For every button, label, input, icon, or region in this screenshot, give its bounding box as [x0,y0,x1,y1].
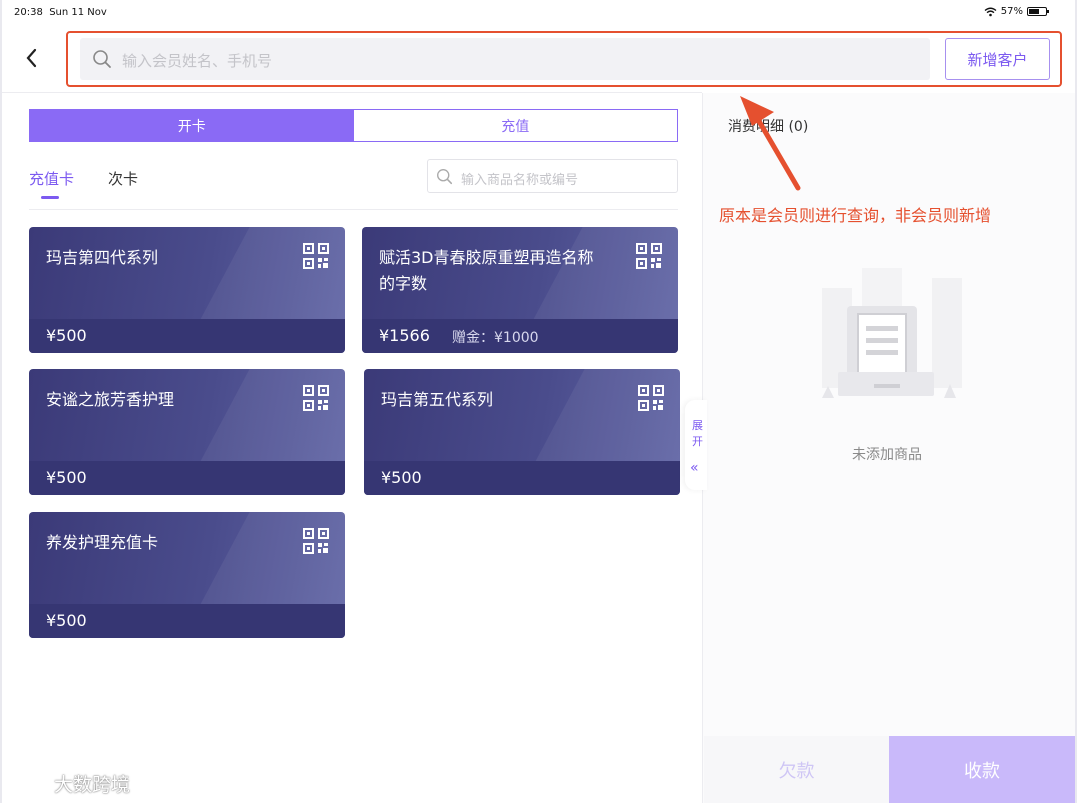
card-footer: ¥500 [29,461,345,495]
product-card[interactable]: 养发护理充值卡 ¥500 [29,512,345,638]
battery-percent: 57% [1000,6,1023,17]
card-name: 安谧之旅芳香护理 [46,390,175,409]
card-price: ¥500 [46,326,87,345]
status-bar: 20:38 Sun 11 Nov 57% [2,0,1075,24]
watermark-text: 大数跨境 [54,774,131,796]
member-search-input[interactable]: 输入会员姓名、手机号 [80,38,930,80]
tab-stored-value-card[interactable]: 充值卡 [29,168,74,199]
qr-code-icon [303,528,329,554]
card-footer: ¥500 [29,604,345,638]
double-chevron-left-icon: « [690,460,699,476]
annotation-note: 原本是会员则进行查询，非会员则新增 [719,206,992,225]
qr-code-icon [638,385,664,411]
qr-code-icon [303,243,329,269]
tab-open-card[interactable]: 开卡 [30,110,354,141]
date-text: Sun 11 Nov [49,7,107,18]
empty-goods-text: 未添加商品 [852,447,922,463]
collect-payment-button[interactable]: 收款 [889,736,1075,803]
card-name: 养发护理充值卡 [46,533,159,552]
debt-button[interactable]: 欠款 [704,736,889,803]
member-search-placeholder: 输入会员姓名、手机号 [122,52,273,70]
expand-label: 展开 [692,419,703,448]
empty-goods-illustration [822,268,962,398]
header-divider [2,92,702,93]
card-footer: ¥500 [364,461,680,495]
card-name: 赋活3D青春胶原重塑再造名称的字数 [379,248,594,293]
product-card[interactable]: 玛吉第四代系列 ¥500 [29,227,345,353]
goods-search-input[interactable]: 输入商品名称或编号 [427,159,678,193]
product-card[interactable]: 赋活3D青春胶原重塑再造名称的字数 ¥1566 赠金：¥1000 [362,227,678,353]
app-frame: 20:38 Sun 11 Nov 57% 输入会员姓名、手机号 新增客户 开卡 … [0,0,1077,803]
card-name: 玛吉第五代系列 [381,390,494,409]
card-footer: ¥1566 赠金：¥1000 [362,319,678,353]
watermark-logo-icon [12,774,47,791]
card-price: ¥500 [46,468,87,487]
battery-icon [1027,7,1049,16]
tabs-divider [29,209,678,210]
goods-search-placeholder: 输入商品名称或编号 [461,173,579,188]
qr-code-icon [636,243,662,269]
mode-segmented-control: 开卡 充值 [29,109,678,142]
status-right: 57% [984,6,1049,17]
expand-panel-button[interactable]: 展开 « [685,400,707,490]
annotation-arrow-icon [740,96,801,191]
time-text: 20:38 [14,7,43,18]
add-customer-button[interactable]: 新增客户 [945,38,1050,80]
card-price: ¥500 [381,468,422,487]
card-gift: 赠金：¥1000 [452,330,539,346]
qr-code-icon [303,385,329,411]
search-icon [437,169,453,185]
product-card[interactable]: 玛吉第五代系列 ¥500 [364,369,680,495]
watermark: 大数跨境 [10,770,130,797]
card-price: ¥500 [46,611,87,630]
back-button[interactable] [24,46,46,72]
chevron-left-icon [26,48,37,68]
card-type-tabs: 充值卡 次卡 [29,168,138,199]
card-footer: ¥500 [29,319,345,353]
wifi-icon [984,7,997,16]
card-price: ¥1566 [379,326,430,345]
tab-recharge[interactable]: 充值 [353,110,677,141]
status-time: 20:38 Sun 11 Nov [14,7,107,18]
tab-times-card[interactable]: 次卡 [108,168,138,189]
product-card[interactable]: 安谧之旅芳香护理 ¥500 [29,369,345,495]
card-name: 玛吉第四代系列 [46,248,159,267]
search-icon [93,50,111,68]
